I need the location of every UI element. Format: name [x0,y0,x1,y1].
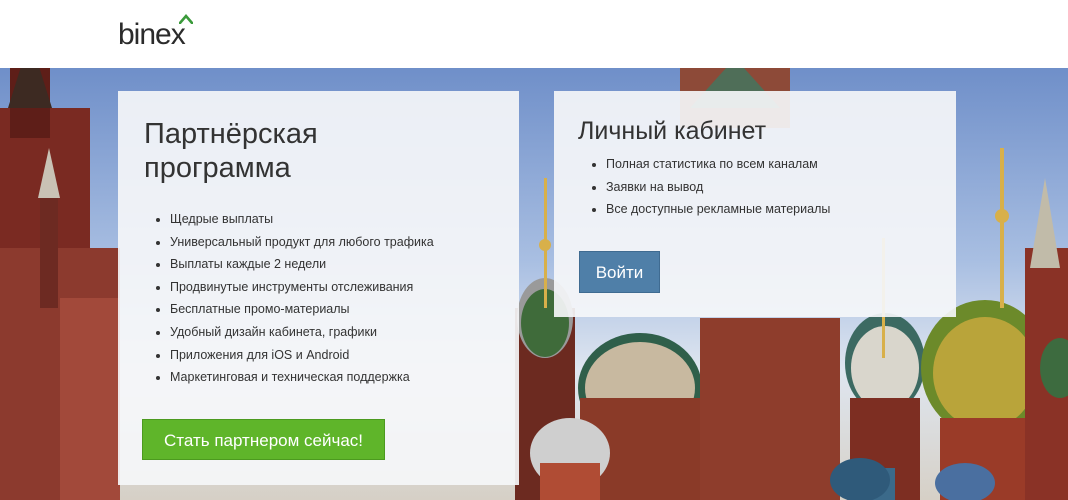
logo[interactable]: binex [118,14,198,54]
become-partner-button[interactable]: Стать партнером сейчас! [142,419,385,460]
partner-feature-list: Щедрые выплаты Универсальный продукт для… [148,212,434,393]
account-title: Личный кабинет [578,117,767,145]
list-item: Щедрые выплаты [170,212,434,235]
partner-program-title: Партнёрская программа [144,118,318,184]
account-feature-list: Полная статистика по всем каналам Заявки… [584,157,830,225]
caret-up-icon [179,14,193,24]
page: binex Партнёрская программа • Щедрые вып… [0,0,1068,500]
list-item: Универсальный продукт для любого трафика [170,235,434,258]
list-item: Заявки на вывод [606,180,830,203]
list-item: Бесплатные промо-материалы [170,302,434,325]
account-card: Личный кабинет Полная статистика по всем… [554,91,956,317]
list-item: Продвинутые инструменты отслеживания [170,280,434,303]
login-button[interactable]: Войти [579,251,660,293]
list-item: Полная статистика по всем каналам [606,157,830,180]
list-item: Приложения для iOS и Android [170,348,434,371]
header: binex [0,0,1068,68]
logo-text: binex [118,18,186,51]
list-item: Маркетинговая и техническая поддержка [170,370,434,393]
list-item: Все доступные рекламные материалы [606,202,830,225]
list-item: Удобный дизайн кабинета, графики [170,325,434,348]
list-item: Выплаты каждые 2 недели [170,257,434,280]
partner-program-card: Партнёрская программа Щедрые выплаты Уни… [118,91,519,485]
